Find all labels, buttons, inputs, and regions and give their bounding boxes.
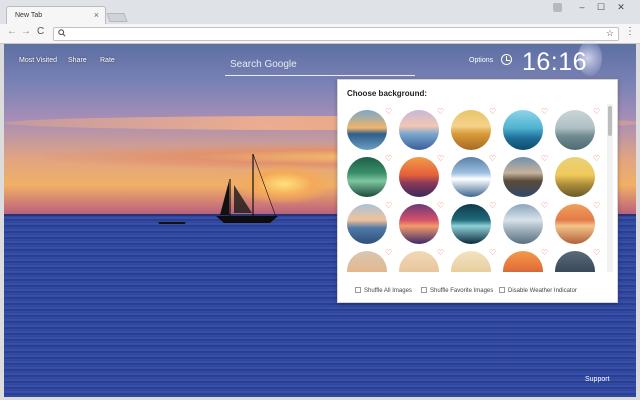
- favorite-heart-icon[interactable]: ♡: [489, 249, 496, 257]
- panel-scrollbar[interactable]: [607, 104, 613, 272]
- address-bar[interactable]: ☆: [53, 27, 619, 41]
- favorite-heart-icon[interactable]: ♡: [541, 108, 548, 116]
- background-thumbnail[interactable]: [399, 157, 439, 197]
- background-thumbnail[interactable]: [399, 110, 439, 150]
- favorite-heart-icon[interactable]: ♡: [385, 108, 392, 116]
- most-visited-link[interactable]: Most Visited: [19, 57, 57, 64]
- favorite-heart-icon[interactable]: ♡: [489, 155, 496, 163]
- tab-new-tab[interactable]: New Tab ×: [6, 6, 106, 24]
- alarm-clock-icon[interactable]: [501, 54, 512, 65]
- background-thumbnail[interactable]: [399, 251, 439, 272]
- support-link[interactable]: Support: [585, 376, 610, 383]
- search-input[interactable]: [225, 54, 415, 75]
- checkbox[interactable]: [355, 287, 361, 293]
- favorite-heart-icon[interactable]: ♡: [593, 249, 600, 257]
- background-chooser-panel: Choose background: ♡ ♡ ♡ ♡ ♡ ♡ ♡ ♡ ♡ ♡ ♡ ♡ ♡ ♡ ♡ ♡ ♡ ♡ ♡ ♡ …: [337, 79, 618, 303]
- panel-title: Choose background:: [347, 89, 428, 98]
- favorite-heart-icon[interactable]: ♡: [593, 108, 600, 116]
- scrollbar-thumb[interactable]: [608, 106, 612, 136]
- profile-icon[interactable]: [553, 3, 562, 12]
- tab-strip: New Tab × – ☐ ✕: [0, 0, 640, 24]
- options-link[interactable]: Options: [469, 57, 493, 64]
- bookmark-star-icon[interactable]: ☆: [606, 28, 614, 39]
- checkbox[interactable]: [499, 287, 505, 293]
- option-label: Shuffle All Images: [364, 288, 412, 294]
- background-thumbnail[interactable]: [555, 251, 595, 272]
- share-link[interactable]: Share: [68, 57, 87, 64]
- favorite-heart-icon[interactable]: ♡: [385, 249, 392, 257]
- sailboat-image: [158, 153, 278, 224]
- back-icon[interactable]: ←: [7, 26, 17, 37]
- background-grid: ♡ ♡ ♡ ♡ ♡ ♡ ♡ ♡ ♡ ♡ ♡ ♡ ♡ ♡ ♡ ♡ ♡ ♡ ♡ ♡: [338, 104, 605, 272]
- background-thumbnail[interactable]: [503, 110, 543, 150]
- background-thumbnail[interactable]: [503, 251, 543, 272]
- checkbox[interactable]: [421, 287, 427, 293]
- reload-icon[interactable]: C: [37, 26, 44, 37]
- favorite-heart-icon[interactable]: ♡: [385, 202, 392, 210]
- favorite-heart-icon[interactable]: ♡: [385, 155, 392, 163]
- favorite-heart-icon[interactable]: ♡: [541, 155, 548, 163]
- favorite-heart-icon[interactable]: ♡: [489, 108, 496, 116]
- option-label: Shuffle Favorite Images: [430, 288, 494, 294]
- rate-link[interactable]: Rate: [100, 57, 115, 64]
- shuffle-favorites-option[interactable]: Shuffle Favorite Images: [421, 287, 493, 294]
- favorite-heart-icon[interactable]: ♡: [437, 202, 444, 210]
- close-icon[interactable]: ×: [94, 10, 99, 20]
- google-search-box: [225, 54, 415, 76]
- background-thumbnail[interactable]: [347, 157, 387, 197]
- menu-icon[interactable]: ⋮: [625, 26, 635, 37]
- background-thumbnail[interactable]: [555, 110, 595, 150]
- browser-toolbar: ← → C ☆ ⋮: [0, 24, 640, 44]
- disable-weather-option[interactable]: Disable Weather Indicator: [499, 287, 577, 294]
- search-icon: [58, 29, 66, 37]
- background-thumbnail[interactable]: [451, 157, 491, 197]
- favorite-heart-icon[interactable]: ♡: [437, 249, 444, 257]
- minimize-icon[interactable]: –: [573, 2, 591, 12]
- background-thumbnail[interactable]: [555, 204, 595, 244]
- forward-icon[interactable]: →: [21, 26, 31, 37]
- background-thumbnail[interactable]: [399, 204, 439, 244]
- favorite-heart-icon[interactable]: ♡: [593, 155, 600, 163]
- background-thumbnail[interactable]: [451, 204, 491, 244]
- favorite-heart-icon[interactable]: ♡: [437, 155, 444, 163]
- background-thumbnail[interactable]: [347, 204, 387, 244]
- background-thumbnail[interactable]: [555, 157, 595, 197]
- background-thumbnail[interactable]: [503, 157, 543, 197]
- favorite-heart-icon[interactable]: ♡: [593, 202, 600, 210]
- clock-time: 16:16: [522, 48, 588, 76]
- background-thumbnail[interactable]: [347, 251, 387, 272]
- background-thumbnail[interactable]: [347, 110, 387, 150]
- close-window-icon[interactable]: ✕: [612, 2, 630, 13]
- background-thumbnail[interactable]: [451, 251, 491, 272]
- background-thumbnail[interactable]: [503, 204, 543, 244]
- tab-title: New Tab: [15, 12, 43, 19]
- favorite-heart-icon[interactable]: ♡: [541, 202, 548, 210]
- favorite-heart-icon[interactable]: ♡: [541, 249, 548, 257]
- shuffle-all-option[interactable]: Shuffle All Images: [355, 287, 412, 294]
- favorite-heart-icon[interactable]: ♡: [437, 108, 444, 116]
- favorite-heart-icon[interactable]: ♡: [489, 202, 496, 210]
- option-label: Disable Weather Indicator: [508, 288, 577, 294]
- new-tab-button[interactable]: [106, 13, 128, 22]
- background-thumbnail[interactable]: [451, 110, 491, 150]
- maximize-icon[interactable]: ☐: [592, 2, 610, 13]
